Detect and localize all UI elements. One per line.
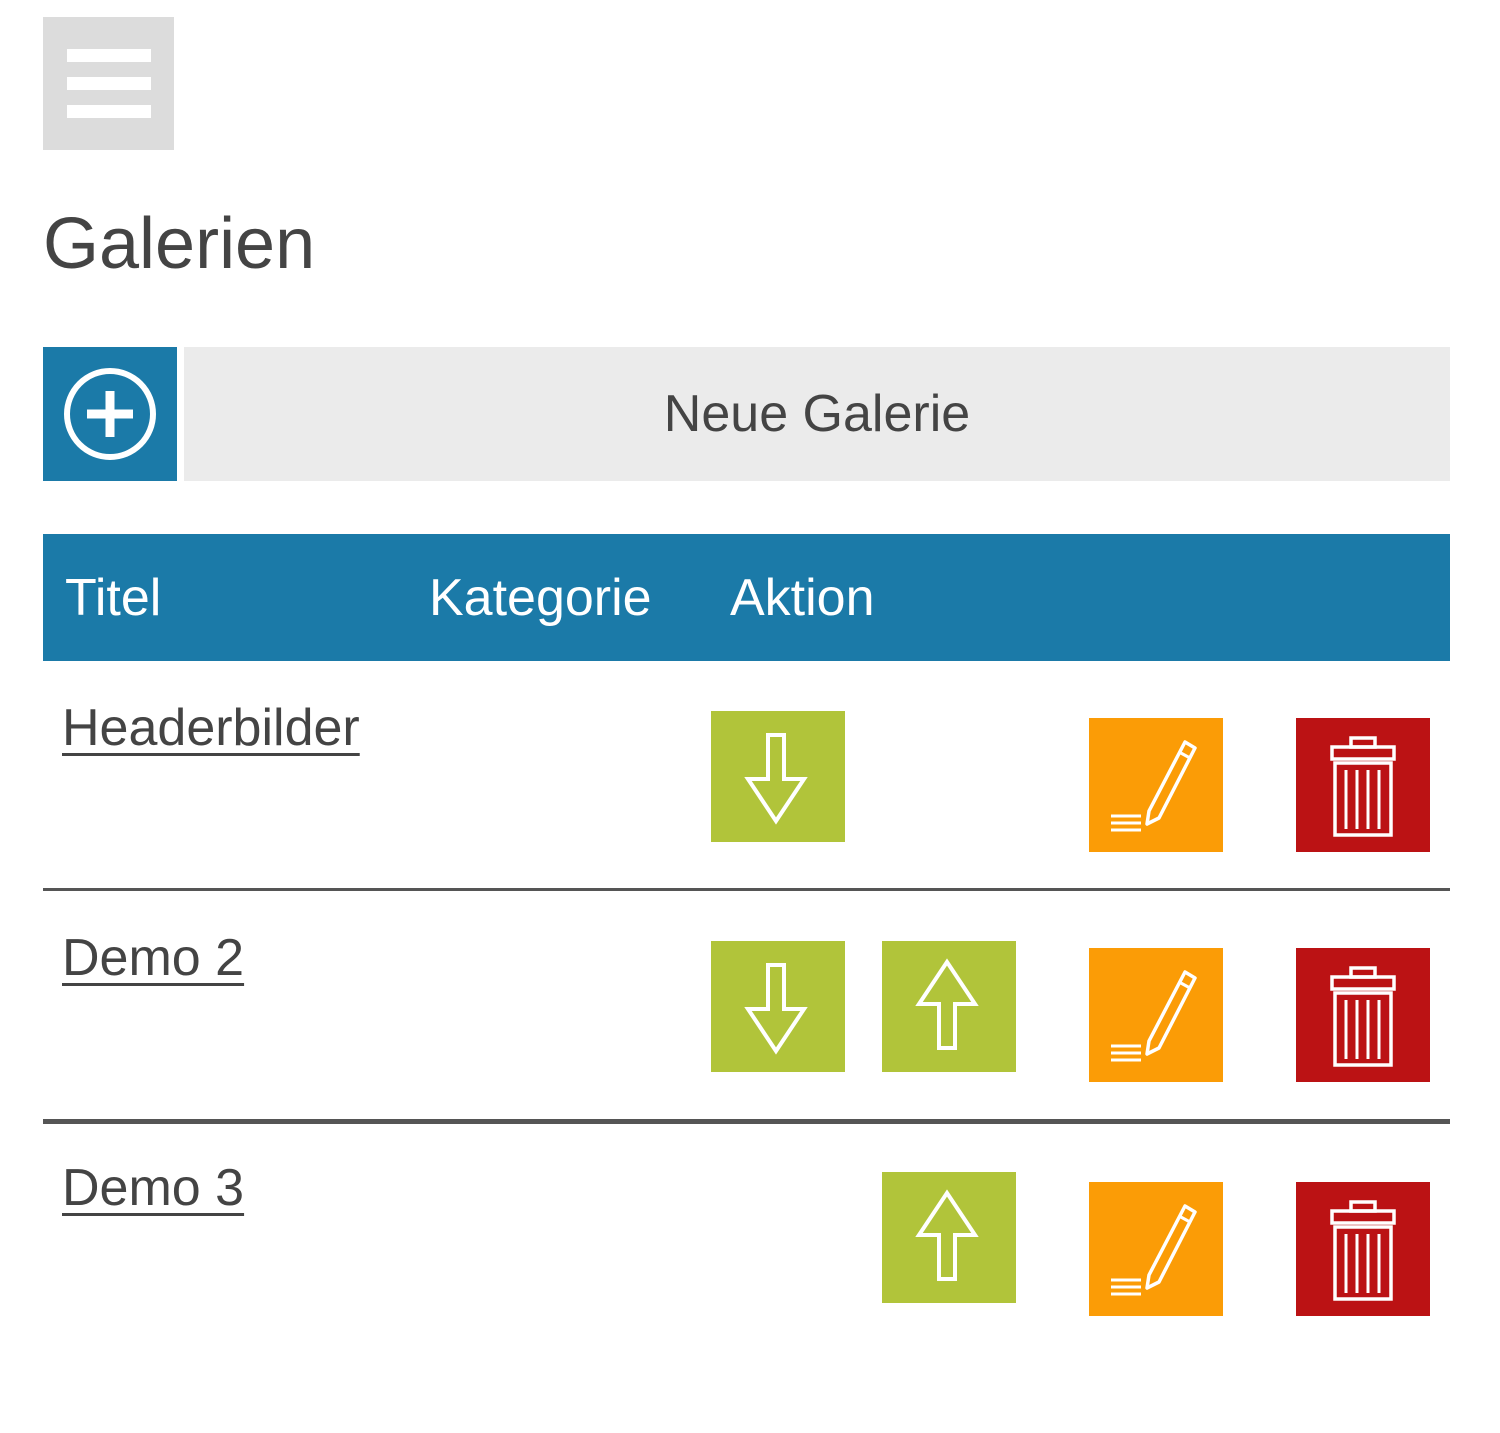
column-header-action: Aktion [730, 569, 875, 627]
pencil-icon [1111, 1204, 1197, 1296]
trash-icon [1330, 736, 1396, 837]
pencil-icon [1111, 740, 1197, 832]
page-title: Galerien [43, 204, 316, 284]
arrow-down-icon [744, 733, 808, 825]
menu-button[interactable] [43, 17, 174, 150]
delete-button[interactable] [1296, 718, 1430, 852]
hamburger-menu-icon-bar-middle [67, 77, 151, 90]
pencil-icon [1111, 970, 1197, 1062]
arrow-down-icon [744, 963, 808, 1055]
hamburger-menu-icon-bar-bottom [67, 105, 151, 118]
plus-circle-icon [64, 368, 156, 460]
gallery-title-link[interactable]: Demo 2 [62, 932, 244, 984]
move-up-button[interactable] [882, 941, 1016, 1072]
move-down-button[interactable] [711, 711, 845, 842]
gallery-title-link[interactable]: Demo 3 [62, 1162, 244, 1214]
new-gallery-button[interactable]: Neue Galerie [184, 347, 1450, 481]
row-divider [43, 888, 1450, 891]
move-up-button[interactable] [882, 1172, 1016, 1303]
add-gallery-icon-button[interactable] [43, 347, 177, 481]
new-gallery-label: Neue Galerie [663, 385, 971, 443]
trash-icon [1330, 1200, 1396, 1301]
table-header: Titel Kategorie Aktion [43, 534, 1450, 661]
edit-button[interactable] [1089, 948, 1223, 1082]
arrow-up-icon [915, 1189, 979, 1281]
column-header-category: Kategorie [429, 569, 652, 627]
edit-button[interactable] [1089, 1182, 1223, 1316]
edit-button[interactable] [1089, 718, 1223, 852]
trash-icon [1330, 966, 1396, 1067]
delete-button[interactable] [1296, 948, 1430, 1082]
column-header-title: Titel [65, 569, 162, 627]
hamburger-menu-icon-bar-top [67, 49, 151, 62]
move-down-button[interactable] [711, 941, 845, 1072]
arrow-up-icon [915, 958, 979, 1050]
row-divider [43, 1119, 1450, 1124]
gallery-title-link[interactable]: Headerbilder [62, 702, 360, 754]
delete-button[interactable] [1296, 1182, 1430, 1316]
